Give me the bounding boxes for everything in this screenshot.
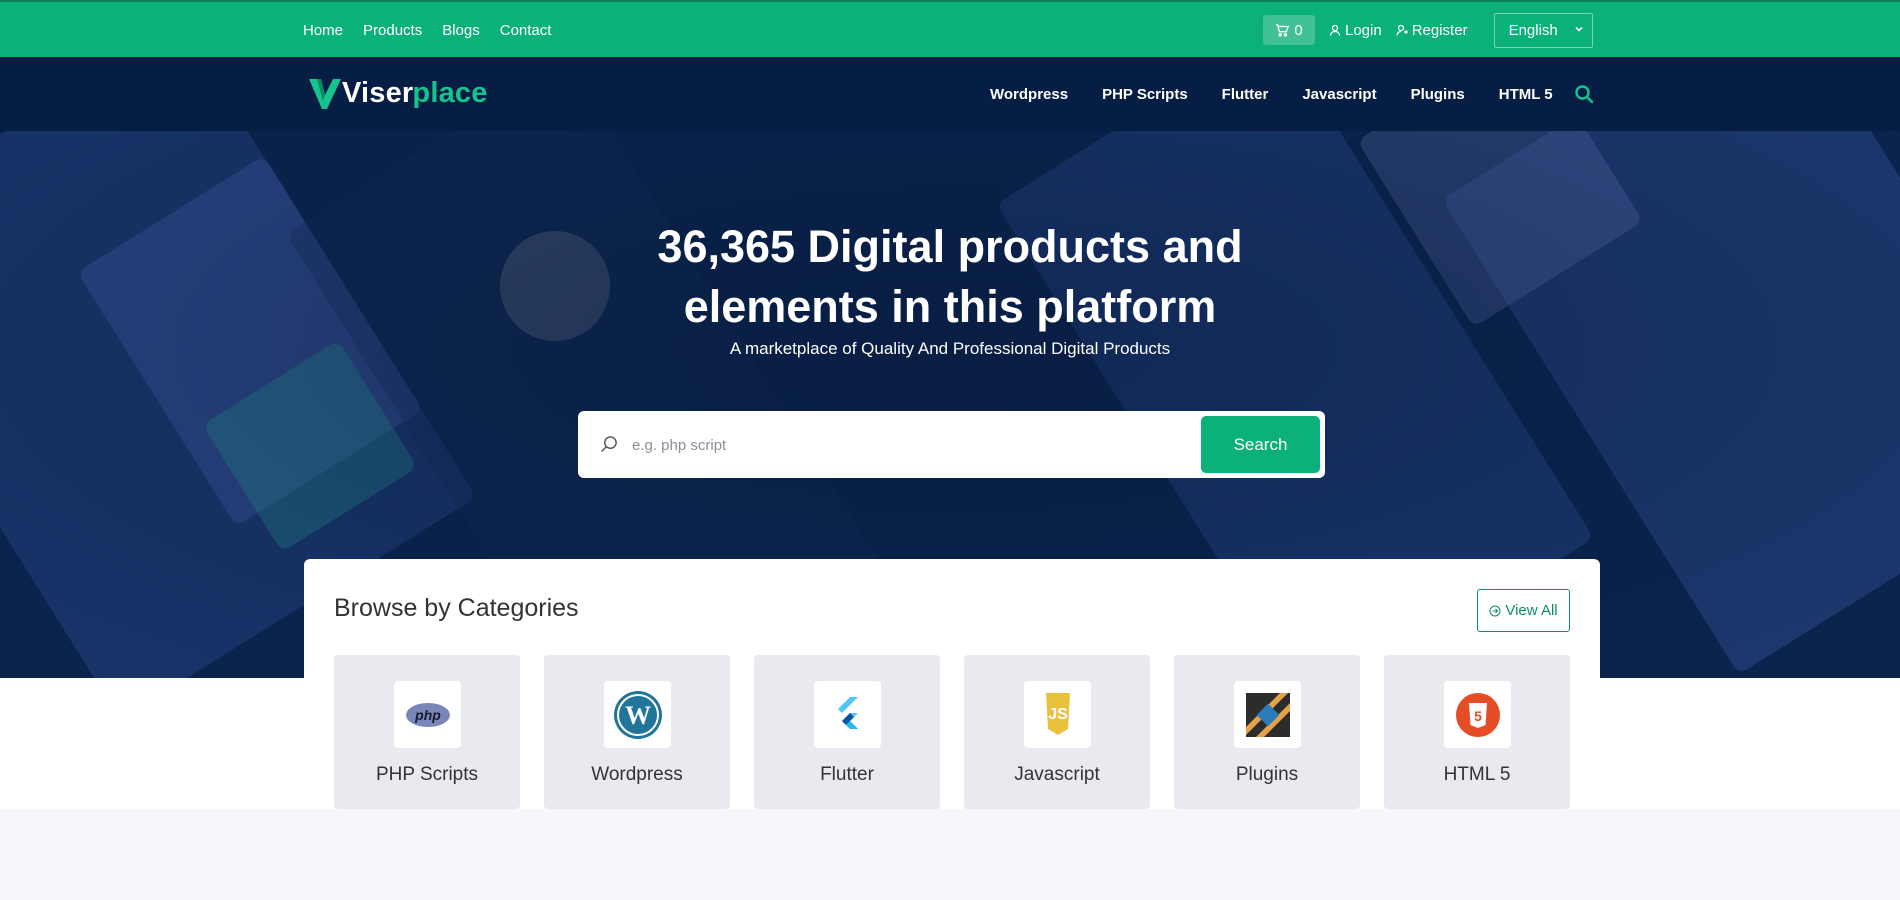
top-bar: Home Products Blogs Contact 0 Login Regi… [0, 0, 1900, 57]
php-icon: php [405, 702, 450, 727]
svg-text:W: W [625, 701, 651, 730]
category-label: Plugins [1235, 764, 1299, 785]
html5-icon: 5 [1455, 692, 1500, 737]
category-icon-box [1234, 681, 1301, 748]
top-nav-contact[interactable]: Contact [500, 22, 552, 39]
arrow-circle-icon [1489, 605, 1501, 616]
hero-search-input[interactable] [632, 427, 1232, 463]
categories-heading: Browse by Categories [334, 594, 579, 622]
category-label: Flutter [820, 764, 874, 785]
cart-icon [1276, 24, 1290, 37]
view-all-button[interactable]: View All [1477, 589, 1570, 632]
login-link[interactable]: Login [1329, 22, 1382, 39]
top-nav: Home Products Blogs Contact [303, 2, 551, 59]
category-label: Wordpress [591, 764, 683, 785]
cart-button[interactable]: 0 [1263, 15, 1315, 45]
category-label: HTML 5 [1443, 764, 1511, 785]
category-icon-box: JS [1024, 681, 1091, 748]
category-flutter[interactable]: Flutter [754, 655, 940, 809]
register-label: Register [1411, 21, 1468, 39]
search-icon [601, 436, 617, 452]
category-plugins[interactable]: Plugins [1174, 655, 1360, 809]
top-nav-products[interactable]: Products [363, 22, 422, 39]
wordpress-icon: W [613, 690, 662, 739]
category-icon-box: W [604, 681, 671, 748]
user-plus-icon [1396, 24, 1408, 36]
main-header: Viser place Wordpress PHP Scripts Flutter… [0, 57, 1900, 131]
logo-text-accent: place [412, 76, 488, 109]
hero-title: 36,365 Digital products and elements in … [0, 217, 1900, 337]
plugins-icon [1245, 692, 1290, 737]
category-label: PHP Scripts [375, 764, 479, 785]
hero-title-line-2: elements in this platform [683, 281, 1217, 332]
category-php-scripts[interactable]: php PHP Scripts [334, 655, 520, 809]
top-nav-blogs[interactable]: Blogs [442, 22, 480, 39]
category-wordpress[interactable]: W Wordpress [544, 655, 730, 809]
flutter-icon [837, 696, 858, 729]
nav-flutter[interactable]: Flutter [1222, 86, 1269, 103]
hero-search-button[interactable]: Search [1201, 416, 1320, 473]
svg-text:JS: JS [1048, 706, 1068, 723]
chevron-down-icon [1574, 26, 1583, 32]
nav-php-scripts[interactable]: PHP Scripts [1102, 86, 1188, 103]
category-html5[interactable]: 5 HTML 5 [1384, 655, 1570, 809]
nav-javascript[interactable]: Javascript [1302, 86, 1376, 103]
logo-mark-icon [309, 79, 341, 109]
hero-subtitle: A marketplace of Quality And Professiona… [729, 339, 1171, 358]
category-icon-box: php [394, 681, 461, 748]
hero-search-form: Search [578, 411, 1325, 478]
user-icon [1329, 24, 1341, 36]
category-icon-box: 5 [1444, 681, 1511, 748]
top-bar-actions: 0 Login Register English [1263, 12, 1593, 48]
language-value: English [1508, 21, 1558, 39]
svg-text:php: php [414, 707, 441, 723]
category-javascript[interactable]: JS Javascript [964, 655, 1150, 809]
language-select[interactable]: English [1493, 12, 1593, 48]
hero-title-line-1: 36,365 Digital products and [657, 221, 1243, 272]
search-icon[interactable] [1574, 84, 1594, 104]
category-icon-box [814, 681, 881, 748]
nav-wordpress[interactable]: Wordpress [990, 86, 1068, 103]
categories-card: Browse by Categories View All php PHP Sc… [304, 559, 1600, 809]
login-label: Login [1345, 21, 1382, 39]
nav-plugins[interactable]: Plugins [1411, 86, 1465, 103]
category-list: php PHP Scripts W Wordpress Flutter JS J… [334, 655, 1570, 809]
category-nav: Wordpress PHP Scripts Flutter Javascript… [990, 57, 1553, 131]
svg-text:5: 5 [1474, 708, 1482, 724]
category-label: Javascript [1014, 764, 1100, 785]
nav-html5[interactable]: HTML 5 [1499, 86, 1553, 103]
view-all-label: View All [1505, 602, 1558, 619]
cart-count: 0 [1294, 21, 1303, 39]
site-logo[interactable]: Viser place [307, 75, 488, 111]
logo-text-primary: Viser [342, 76, 414, 109]
javascript-icon: JS [1045, 692, 1070, 735]
register-link[interactable]: Register [1396, 22, 1468, 39]
top-nav-home[interactable]: Home [303, 22, 343, 39]
